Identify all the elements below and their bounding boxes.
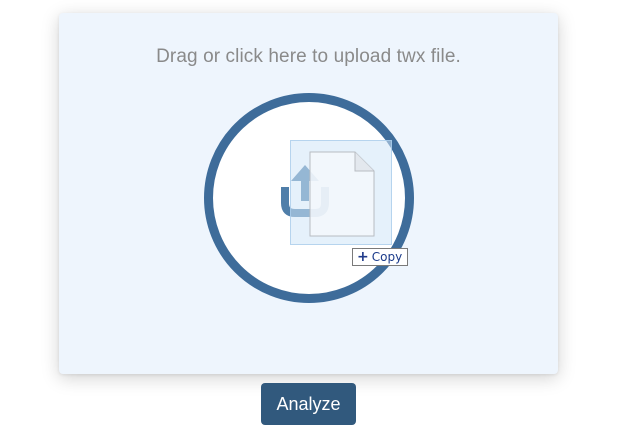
file-icon [309, 151, 375, 237]
plus-icon: + [357, 249, 369, 265]
analyze-button[interactable]: Analyze [261, 383, 356, 425]
copy-tooltip: + Copy [352, 248, 409, 266]
page: Drag or click here to upload twx file. +… [0, 0, 622, 437]
drag-ghost [290, 140, 392, 245]
dropzone-title: Drag or click here to upload twx file. [156, 46, 461, 67]
copy-label: Copy [371, 249, 403, 264]
